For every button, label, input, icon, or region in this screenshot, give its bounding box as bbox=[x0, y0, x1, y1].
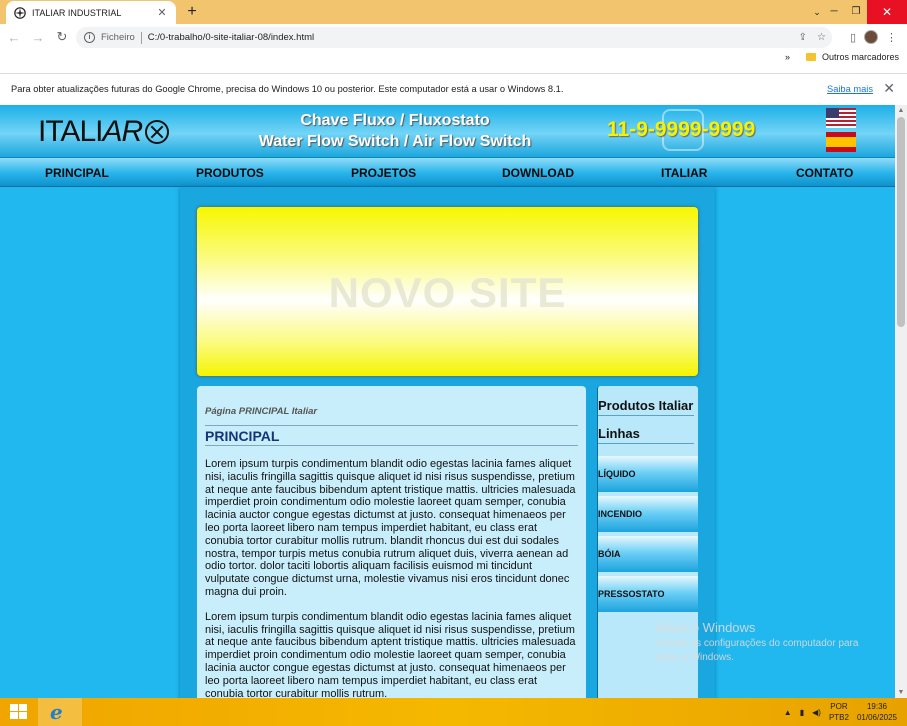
body-paragraph-1: Lorem ipsum turpis condimentum blandit o… bbox=[205, 458, 576, 598]
tab-strip: ITALIAR INDUSTRIAL ✕ + ⌄ ─ ❐ ✕ bbox=[0, 0, 907, 24]
system-tray: ▲ ▮ ◀) POR PTB2 19:36 01/06/2025 bbox=[784, 698, 907, 726]
sidebar-link-liquido[interactable]: LÍQUIDO bbox=[598, 456, 698, 492]
sidebar-heading-products: Produtos Italiar bbox=[598, 386, 694, 416]
banner-text: NOVO SITE bbox=[328, 269, 567, 316]
clock[interactable]: 19:36 01/06/2025 bbox=[857, 701, 897, 723]
scroll-down-icon[interactable]: ▼ bbox=[895, 689, 907, 696]
page-viewport: ITALIAR Chave Fluxo / Fluxostato Water F… bbox=[0, 105, 895, 698]
menu-download[interactable]: DOWNLOAD bbox=[502, 166, 574, 180]
address-separator bbox=[140, 31, 142, 44]
menu-kebab-icon[interactable]: ⋮ bbox=[886, 31, 897, 44]
browser-toolbar: ← → ↻ i Ficheiro C:/0-trabalho/0-site-it… bbox=[0, 24, 907, 50]
menu-principal[interactable]: PRINCIPAL bbox=[45, 166, 109, 180]
banner: NOVO SITE bbox=[197, 207, 698, 376]
menu-produtos[interactable]: PRODUTOS bbox=[196, 166, 264, 180]
headline-line-1: Chave Fluxo / Fluxostato bbox=[300, 112, 490, 129]
tab-close-icon[interactable]: ✕ bbox=[156, 6, 168, 19]
site-header: ITALIAR Chave Fluxo / Fluxostato Water F… bbox=[0, 105, 895, 157]
menu-italiar[interactable]: ITALIAR bbox=[661, 166, 707, 180]
page-title: PRINCIPAL bbox=[205, 425, 578, 446]
share-icon[interactable]: ⇪ bbox=[799, 32, 807, 43]
profile-avatar[interactable] bbox=[864, 30, 878, 44]
watermark-title: Ativar o Windows bbox=[655, 620, 756, 635]
forward-arrow-icon[interactable]: → bbox=[26, 30, 50, 45]
tab-title: ITALIAR INDUSTRIAL bbox=[32, 7, 122, 18]
language-indicator[interactable]: POR PTB2 bbox=[829, 701, 849, 723]
internet-explorer-icon: e bbox=[50, 700, 63, 724]
activate-windows-watermark: Ativar o Windows Acesse as configurações… bbox=[655, 620, 885, 665]
sidebar-link-pressostato[interactable]: PRESSOSTATO bbox=[598, 576, 698, 612]
new-tab-button[interactable]: + bbox=[183, 2, 201, 22]
bookmarks-overflow-icon[interactable]: » bbox=[785, 52, 790, 62]
page-scrollbar[interactable]: ▲ ▼ bbox=[895, 105, 907, 698]
infobar-close-icon[interactable]: ✕ bbox=[883, 80, 895, 97]
reload-icon[interactable]: ↻ bbox=[50, 29, 74, 45]
fan-logo-icon bbox=[145, 120, 170, 144]
network-icon[interactable]: ▮ bbox=[800, 708, 804, 717]
language-code: POR bbox=[830, 702, 848, 711]
scroll-up-icon[interactable]: ▲ bbox=[895, 107, 907, 114]
site-menu: PRINCIPAL PRODUTOS PROJETOS DOWNLOAD ITA… bbox=[0, 157, 895, 187]
taskbar-internet-explorer[interactable]: e bbox=[38, 698, 82, 726]
update-infobar: Para obter atualizações futuras do Googl… bbox=[0, 73, 907, 105]
spain-flag-icon[interactable] bbox=[826, 132, 856, 152]
sidebar-heading-lines: Linhas bbox=[598, 416, 694, 444]
us-flag-icon[interactable] bbox=[826, 108, 856, 128]
address-bar[interactable]: i Ficheiro C:/0-trabalho/0-site-italiar-… bbox=[76, 27, 832, 48]
clock-time: 19:36 bbox=[866, 702, 887, 711]
volume-icon[interactable]: ◀) bbox=[812, 708, 821, 717]
tab-italiar[interactable]: ITALIAR INDUSTRIAL ✕ bbox=[6, 1, 176, 24]
breadcrumb: Página PRINCIPAL Italiar bbox=[205, 406, 318, 417]
watermark-body: Acesse as configurações do computador pa… bbox=[655, 638, 859, 663]
keyboard-layout: PTB2 bbox=[828, 713, 849, 722]
close-window-button[interactable]: ✕ bbox=[867, 0, 907, 24]
other-bookmarks-link[interactable]: Outros marcadores bbox=[822, 52, 899, 62]
minimize-button[interactable]: ─ bbox=[823, 0, 845, 24]
clock-date: 01/06/2025 bbox=[856, 713, 897, 722]
scrollbar-thumb[interactable] bbox=[897, 117, 905, 327]
info-icon[interactable]: i bbox=[84, 32, 95, 43]
tray-chevron-icon[interactable]: ▲ bbox=[784, 708, 792, 717]
menu-contato[interactable]: CONTATO bbox=[796, 166, 853, 180]
logo-text-prefix: ITALI bbox=[38, 115, 103, 148]
learn-more-link[interactable]: Saiba mais bbox=[827, 84, 873, 94]
phone-number: 11-9-9999-9999 bbox=[607, 118, 756, 141]
infobar-message: Para obter atualizações futuras do Googl… bbox=[11, 84, 564, 94]
restore-button[interactable]: ❐ bbox=[845, 0, 867, 24]
italiar-logo[interactable]: ITALIAR bbox=[38, 115, 170, 149]
taskbar: e ▲ ▮ ◀) POR PTB2 19:36 01/06/2025 bbox=[0, 698, 907, 726]
bookmark-star-icon[interactable]: ☆ bbox=[817, 32, 826, 43]
headline-line-2: Water Flow Switch / Air Flow Switch bbox=[258, 133, 532, 150]
address-url[interactable]: C:/0-trabalho/0-site-italiar-08/index.ht… bbox=[148, 32, 314, 43]
site-favicon-icon bbox=[14, 6, 26, 19]
body-paragraph-2: Lorem ipsum turpis condimentum blandit o… bbox=[205, 610, 576, 698]
windows-start-icon[interactable] bbox=[10, 704, 28, 720]
menu-projetos[interactable]: PROJETOS bbox=[351, 166, 416, 180]
side-panel-icon[interactable]: ▯ bbox=[850, 31, 856, 44]
bookmarks-bar: » Outros marcadores bbox=[0, 50, 907, 70]
site-headline: Chave Fluxo / Fluxostato Water Flow Swit… bbox=[230, 110, 560, 152]
sidebar-link-boia[interactable]: BÓIA bbox=[598, 536, 698, 572]
main-column: Página PRINCIPAL Italiar PRINCIPAL Lorem… bbox=[197, 386, 586, 698]
address-scheme: Ficheiro bbox=[101, 32, 135, 43]
logo-text-suffix: AR bbox=[102, 115, 143, 148]
content-wrapper: NOVO SITE Página PRINCIPAL Italiar PRINC… bbox=[180, 187, 715, 698]
back-arrow-icon[interactable]: ← bbox=[2, 30, 26, 45]
folder-icon bbox=[805, 53, 816, 61]
sidebar-link-incendio[interactable]: INCENDIO bbox=[598, 496, 698, 532]
